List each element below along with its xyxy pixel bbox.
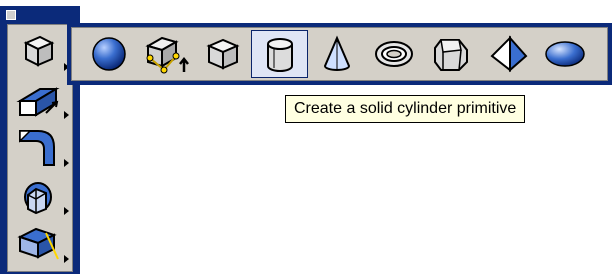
extrude-icon [16,87,60,117]
polysolid-icon [144,36,189,74]
solids-toolbar-body [71,27,608,81]
intersect-button[interactable] [12,173,70,217]
toolbar-title-bar[interactable] [0,6,80,24]
torus-button[interactable] [365,30,422,78]
box-icon [23,35,55,67]
sphere-icon [91,37,126,71]
flyout-arrow-icon [64,255,69,263]
cone-button[interactable] [308,30,365,78]
flyout-arrow-icon [64,207,69,215]
flyout-arrow-icon [64,159,69,167]
flyout-arrow-icon [64,111,69,119]
cone-icon [323,35,350,71]
intersect-icon [24,182,52,215]
polysolid-button[interactable] [137,30,194,78]
modeling-toolbar-body [7,24,73,272]
pyramid-button[interactable] [479,30,536,78]
ellipsoid-button[interactable] [536,30,593,78]
toolbar-grip-icon[interactable] [6,10,16,20]
ellipsoid-icon [544,41,585,67]
cylinder-button[interactable] [251,30,308,78]
torus-icon [374,41,413,67]
solids-flyout-toolbar [67,23,612,85]
box-button[interactable] [12,29,70,73]
slice-icon [17,227,59,260]
pyramid-icon [489,35,527,73]
wedge-button[interactable] [422,30,479,78]
sweep-button[interactable] [12,125,70,169]
wedge-icon [433,39,468,71]
sphere-button[interactable] [80,30,137,78]
slice-button[interactable] [12,221,70,265]
cylinder-icon [266,38,293,72]
autocad-solids-toolbar-screen: Create a solid cylinder primitive [0,0,613,275]
cylinder-tooltip: Create a solid cylinder primitive [285,95,526,123]
sweep-icon [19,130,55,166]
extrude-button[interactable] [12,77,70,121]
box-icon [205,38,240,70]
box-solid-button[interactable] [194,30,251,78]
